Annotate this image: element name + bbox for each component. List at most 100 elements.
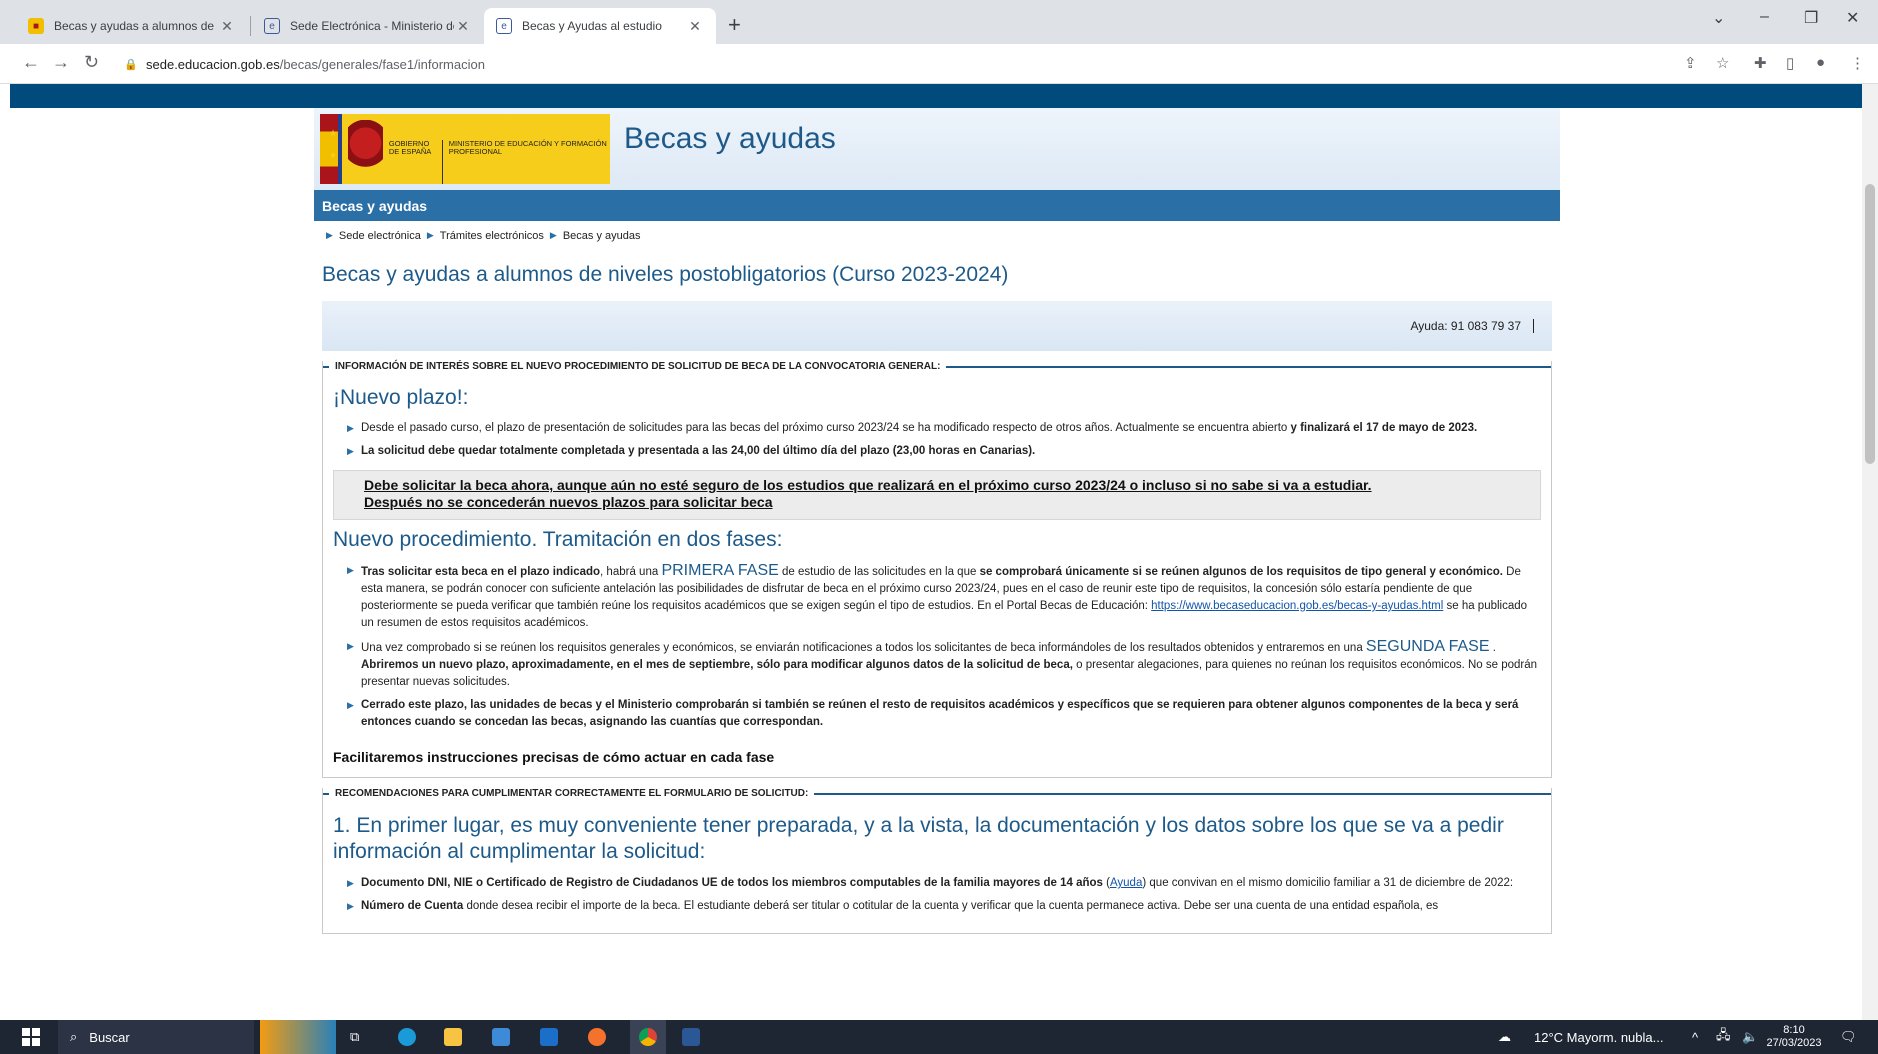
tab-separator — [250, 16, 251, 36]
section-bar: Becas y ayudas — [314, 190, 1560, 221]
site-header: ★ ★ GOBIERNO DE ESPAÑA MINISTERIO DE EDU… — [314, 108, 1560, 190]
breadcrumb-tramites[interactable]: Trámites electrónicos — [440, 230, 544, 242]
clock-date: 27/03/2023 — [1766, 1037, 1822, 1049]
close-tab-icon[interactable]: ✕ — [686, 18, 704, 35]
weather-cloud-icon[interactable]: ☁ — [1498, 1020, 1511, 1054]
file-explorer-icon[interactable] — [444, 1020, 462, 1054]
extensions-puzzle-icon[interactable]: ✚ — [1754, 54, 1767, 72]
recommendation-heading: 1. En primer lugar, es muy conveniente t… — [333, 814, 1504, 863]
restore-icon[interactable]: ❐ — [1804, 8, 1818, 28]
tab-title: Sede Electrónica - Ministerio de Educaci… — [290, 19, 454, 33]
primera-fase-label: PRIMERA FASE — [661, 562, 779, 579]
site-title: Becas y ayudas — [624, 122, 836, 155]
chrome-icon[interactable] — [630, 1020, 666, 1054]
close-window-icon[interactable]: ✕ — [1846, 8, 1859, 28]
breadcrumb-arrow-icon: ▶ — [326, 230, 333, 240]
notice-line: Debe solicitar la beca ahora, aunque aún… — [364, 477, 1372, 493]
close-tab-icon[interactable]: ✕ — [454, 18, 472, 35]
page-title: Becas y ayudas a alumnos de niveles post… — [322, 263, 1009, 286]
breadcrumb-becas[interactable]: Becas y ayudas — [563, 230, 641, 242]
nuevo-plazo-heading: ¡Nuevo plazo!: — [333, 386, 469, 409]
help-phone: Ayuda: 91 083 79 37 — [1410, 319, 1534, 333]
government-logo[interactable]: ★ ★ GOBIERNO DE ESPAÑA MINISTERIO DE EDU… — [320, 114, 610, 184]
procedimiento-heading: Nuevo procedimiento. Tramitación en dos … — [333, 528, 783, 551]
segunda-fase-label: SEGUNDA FASE — [1365, 638, 1490, 655]
breadcrumb: ▶ Sede electrónica ▶ Trámites electrónic… — [314, 221, 1560, 249]
legend-text: INFORMACIÓN DE INTERÉS SOBRE EL NUEVO PR… — [335, 361, 941, 372]
search-icon: ⌕ — [70, 1029, 78, 1044]
share-icon[interactable]: ⇪ — [1684, 54, 1697, 72]
url-host: sede.educacion.gob.es — [146, 56, 280, 72]
list-item: ▶ Desde el pasado curso, el plazo de pre… — [333, 420, 1541, 437]
tab-title: Becas y Ayudas al estudio — [522, 19, 662, 33]
tab-becas-alumnos[interactable]: ■ Becas y ayudas a alumnos de niveles po… — [16, 8, 248, 44]
bullet-icon: ▶ — [347, 641, 354, 651]
recommendations-legend: RECOMENDACIONES PARA CUMPLIMENTAR CORREC… — [323, 788, 1551, 799]
network-icon[interactable]: 🖧 — [1716, 1020, 1731, 1054]
minimize-icon[interactable]: – — [1760, 8, 1769, 26]
sede-favicon-icon: e — [496, 18, 512, 34]
close-tab-icon[interactable]: ✕ — [218, 18, 236, 35]
info-fieldset: INFORMACIÓN DE INTERÉS SOBRE EL NUEVO PR… — [322, 361, 1552, 778]
edge-icon[interactable] — [398, 1020, 416, 1054]
notifications-icon[interactable]: 🗨 — [1840, 1020, 1857, 1054]
breadcrumb-sede[interactable]: Sede electrónica — [339, 230, 421, 242]
recommendations-fieldset: RECOMENDACIONES PARA CUMPLIMENTAR CORREC… — [322, 788, 1552, 934]
page-scrollbar[interactable] — [1862, 84, 1878, 1020]
tab-search-chevron-icon[interactable]: ⌄ — [1712, 8, 1725, 28]
store-icon[interactable] — [492, 1020, 510, 1054]
side-panel-icon[interactable]: ▯ — [1786, 54, 1794, 72]
tab-sede-electronica[interactable]: e Sede Electrónica - Ministerio de Educa… — [252, 8, 484, 44]
site-container: ★ ★ GOBIERNO DE ESPAÑA MINISTERIO DE EDU… — [314, 108, 1560, 934]
page-viewport: ★ ★ GOBIERNO DE ESPAÑA MINISTERIO DE EDU… — [10, 84, 1862, 1020]
profile-avatar-icon[interactable]: ● — [1816, 54, 1825, 71]
info-legend: INFORMACIÓN DE INTERÉS SOBRE EL NUEVO PR… — [323, 361, 1551, 372]
bullet-icon: ▶ — [347, 446, 354, 456]
becaseducacion-link[interactable]: https://www.becaseducacion.gob.es/becas-… — [1151, 600, 1443, 612]
legend-text: RECOMENDACIONES PARA CUMPLIMENTAR CORREC… — [335, 788, 809, 799]
menu-kebab-icon[interactable]: ⋮ — [1850, 54, 1865, 72]
windows-start-icon[interactable] — [22, 1020, 40, 1054]
reload-icon[interactable]: ↻ — [84, 52, 99, 73]
top-blue-band — [10, 84, 1862, 108]
bullet-icon: ▶ — [347, 565, 354, 575]
bullet-icon: ▶ — [347, 423, 354, 433]
help-band: Ayuda: 91 083 79 37 — [322, 301, 1552, 351]
breadcrumb-arrow-icon: ▶ — [426, 230, 434, 240]
windows-taskbar: ⌕ Buscar ⧉ ☁ 12°C Mayorm. nubla... ^ 🖧 🔈… — [0, 1020, 1878, 1054]
logo-ministerio-text: MINISTERIO DE EDUCACIÓN Y FORMACIÓN PROF… — [441, 140, 610, 184]
bookmark-star-icon[interactable]: ☆ — [1716, 54, 1729, 72]
list-item: ▶ Cerrado este plazo, las unidades de be… — [347, 699, 1519, 728]
taskbar-search[interactable]: ⌕ Buscar — [58, 1020, 254, 1054]
task-view-icon[interactable]: ⧉ — [350, 1020, 359, 1054]
site-favicon-icon: ■ — [28, 18, 44, 34]
volume-icon[interactable]: 🔈 — [1742, 1020, 1758, 1054]
taskbar-search-label: Buscar — [89, 1029, 130, 1045]
url-bar[interactable]: 🔒 sede.educacion.gob.es/becas/generales/… — [124, 50, 1664, 78]
bullet-icon: ▶ — [347, 700, 354, 710]
tab-strip: ■ Becas y ayudas a alumnos de niveles po… — [0, 0, 1878, 44]
url-path: /becas/generales/fase1/informacion — [279, 56, 485, 72]
weather-text[interactable]: 12°C Mayorm. nubla... — [1534, 1020, 1663, 1054]
instrucciones-note: Facilitaremos instrucciones precisas de … — [333, 749, 775, 765]
scrollbar-thumb[interactable] — [1865, 184, 1875, 464]
breadcrumb-arrow-icon: ▶ — [549, 230, 557, 240]
clock[interactable]: 8:10 27/03/2023 — [1762, 1020, 1826, 1054]
mail-icon[interactable] — [540, 1020, 558, 1054]
logo-gobierno-text: GOBIERNO DE ESPAÑA — [388, 139, 432, 156]
sede-favicon-icon: e — [264, 18, 280, 34]
bullet-icon: ▶ — [347, 878, 354, 888]
tray-chevron-icon[interactable]: ^ — [1692, 1020, 1698, 1054]
forward-icon[interactable]: → — [52, 52, 70, 73]
back-icon[interactable]: ← — [22, 52, 40, 73]
word-icon[interactable] — [682, 1020, 700, 1054]
new-tab-icon[interactable]: + — [728, 12, 741, 38]
notice-line: Después no se concederán nuevos plazos p… — [364, 494, 773, 510]
tab-title: Becas y ayudas a alumnos de niveles post… — [54, 19, 218, 33]
ayuda-link[interactable]: Ayuda — [1110, 877, 1142, 889]
list-item: ▶ La solicitud debe quedar totalmente co… — [333, 443, 1541, 460]
tab-becas-ayudas-estudio[interactable]: e Becas y Ayudas al estudio ✕ — [484, 8, 716, 44]
list-item: ▶ Tras solicitar esta beca en el plazo i… — [347, 562, 1528, 629]
list-item: ▶ Documento DNI, NIE o Certificado de Re… — [333, 875, 1541, 892]
firefox-icon[interactable] — [588, 1020, 606, 1054]
